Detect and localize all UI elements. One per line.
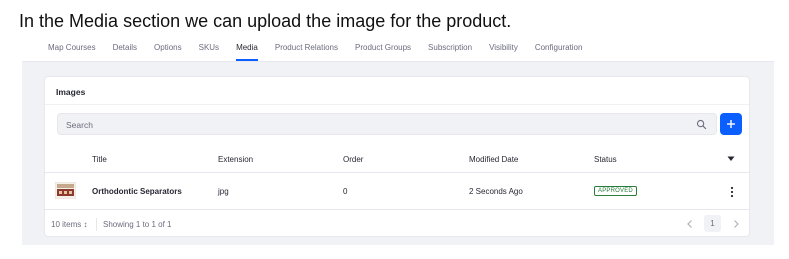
tab-details[interactable]: Details [113,40,137,61]
images-card: Images Search Title Extension Order Modi… [44,76,750,237]
tab-map-courses[interactable]: Map Courses [48,40,96,61]
images-card-header: Images [45,77,749,105]
image-thumbnail [55,182,76,199]
row-title[interactable]: Orthodontic Separators [92,187,182,196]
pagination-current-page[interactable]: 1 [704,215,721,232]
tab-product-groups[interactable]: Product Groups [355,40,411,61]
tab-product-relations[interactable]: Product Relations [275,40,338,61]
tab-visibility[interactable]: Visibility [489,40,518,61]
table-row[interactable]: Orthodontic Separators jpg 0 2 Seconds A… [45,174,749,210]
tab-skus[interactable]: SKUs [199,40,219,61]
column-title[interactable]: Title [92,155,107,164]
caret-down-icon[interactable] [727,156,735,162]
plus-icon [727,120,735,128]
search-input[interactable]: Search [57,113,717,135]
chevron-left-icon[interactable] [683,217,697,231]
table-header: Title Extension Order Modified Date Stat… [45,147,749,173]
status-badge: APPROVED [594,186,637,196]
tab-media[interactable]: Media [236,40,258,61]
tab-options[interactable]: Options [154,40,182,61]
row-modified-date: 2 Seconds Ago [469,187,523,196]
table-footer: 10 items ↕ Showing 1 to 1 of 1 1 [45,211,749,237]
images-title: Images [56,87,86,97]
kebab-icon[interactable] [729,186,735,198]
tab-subscription[interactable]: Subscription [428,40,472,61]
row-extension: jpg [218,187,229,196]
column-status[interactable]: Status [594,155,617,164]
items-per-page-select[interactable]: 10 items ↕ [51,220,87,229]
product-tabs: Map Courses Details Options SKUs Media P… [48,40,599,62]
row-order: 0 [343,187,348,196]
tab-configuration[interactable]: Configuration [535,40,583,61]
column-extension[interactable]: Extension [218,155,253,164]
column-modified-date[interactable]: Modified Date [469,155,518,164]
search-icon[interactable] [696,119,707,130]
add-image-button[interactable] [720,113,742,135]
chevron-right-icon[interactable] [729,217,743,231]
caption-text: In the Media section we can upload the i… [19,11,512,31]
column-order[interactable]: Order [343,155,363,164]
pagination-results: Showing 1 to 1 of 1 [103,220,172,229]
footer-divider [96,218,97,231]
search-placeholder: Search [66,120,93,130]
